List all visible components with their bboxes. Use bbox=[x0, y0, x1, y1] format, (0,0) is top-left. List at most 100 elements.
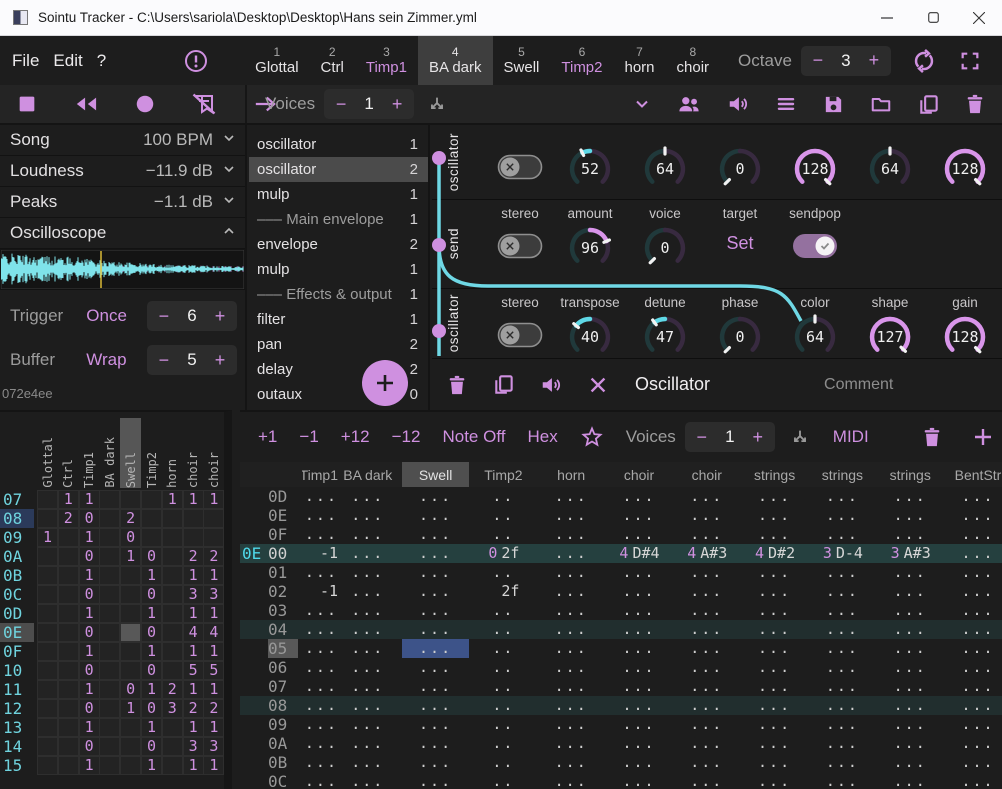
note-row-label[interactable]: 03 bbox=[268, 601, 298, 620]
pattern-row-label[interactable]: 08 bbox=[0, 509, 34, 528]
note-cell[interactable]: ... bbox=[876, 715, 944, 734]
note-cell[interactable]: -1 bbox=[302, 544, 338, 563]
pattern-cell[interactable]: 1 bbox=[203, 490, 224, 509]
pattern-cell[interactable] bbox=[58, 623, 79, 642]
note-row-label[interactable]: 06 bbox=[268, 658, 298, 677]
pattern-cell[interactable]: 2 bbox=[183, 547, 204, 566]
note-cell[interactable]: ... bbox=[673, 772, 741, 789]
pattern-cell[interactable] bbox=[162, 547, 183, 566]
unit-row-oscillator[interactable]: oscillator2 bbox=[249, 157, 428, 182]
close-button[interactable] bbox=[956, 0, 1002, 36]
note-button-+12[interactable]: +12 bbox=[341, 427, 370, 447]
copy-icon[interactable] bbox=[492, 373, 515, 396]
note-cell[interactable]: .. bbox=[470, 620, 538, 639]
note-cell[interactable]: ... bbox=[741, 734, 809, 753]
note-cell[interactable]: ... bbox=[944, 525, 1002, 544]
note-cell[interactable]: ... bbox=[402, 601, 470, 620]
pattern-cell[interactable] bbox=[58, 718, 79, 737]
pattern-row-label[interactable]: 0D bbox=[0, 604, 34, 623]
stepper-decrement-button[interactable]: − bbox=[151, 350, 177, 371]
note-cell[interactable]: ... bbox=[402, 753, 470, 772]
pattern-cell[interactable]: 1 bbox=[203, 680, 224, 699]
note-cell[interactable]: ... bbox=[876, 753, 944, 772]
note-cell[interactable]: ... bbox=[302, 658, 338, 677]
note-cell[interactable]: ... bbox=[876, 506, 944, 525]
note-cell[interactable]: ... bbox=[673, 753, 741, 772]
param-knob[interactable]: 128 bbox=[940, 144, 990, 194]
note-row-label[interactable]: 05 bbox=[268, 639, 298, 658]
note-cell[interactable]: ... bbox=[944, 677, 1002, 696]
settings-row-peaks[interactable]: Peaks−1.1 dB bbox=[0, 187, 245, 218]
note-cell[interactable]: ... bbox=[402, 696, 470, 715]
oscilloscope-header[interactable]: Oscilloscope bbox=[0, 218, 245, 249]
pattern-cell[interactable]: 1 bbox=[183, 604, 204, 623]
note-cell[interactable]: ... bbox=[809, 525, 877, 544]
pattern-cell[interactable]: 1 bbox=[224, 566, 232, 585]
note-cell[interactable]: ... bbox=[605, 753, 673, 772]
close-x-icon[interactable] bbox=[587, 374, 609, 396]
pattern-cell[interactable] bbox=[120, 642, 141, 661]
pattern-cell[interactable]: 0 bbox=[79, 547, 100, 566]
note-cell[interactable]: 02f bbox=[470, 544, 538, 563]
note-cell[interactable]: ... bbox=[402, 620, 470, 639]
pattern-cell[interactable] bbox=[37, 756, 58, 775]
note-button-+1[interactable]: +1 bbox=[258, 427, 277, 447]
note-track-header-strings[interactable]: strings bbox=[809, 462, 877, 487]
note-button-−1[interactable]: −1 bbox=[299, 427, 318, 447]
pattern-cell[interactable] bbox=[99, 585, 120, 604]
note-row-label[interactable]: 00 bbox=[268, 544, 298, 563]
note-row-label[interactable]: 01 bbox=[268, 563, 298, 582]
note-cell[interactable]: ... bbox=[944, 753, 1002, 772]
note-cell[interactable]: ... bbox=[673, 563, 741, 582]
note-cell[interactable]: ... bbox=[605, 525, 673, 544]
pattern-cell[interactable] bbox=[120, 623, 141, 642]
pattern-cell[interactable]: 1 bbox=[79, 756, 100, 775]
loop-icon[interactable] bbox=[911, 48, 937, 74]
pattern-cell[interactable] bbox=[37, 737, 58, 756]
note-cell[interactable]: ... bbox=[741, 506, 809, 525]
pattern-cell[interactable]: 1 bbox=[37, 528, 58, 547]
note-cell[interactable]: ... bbox=[605, 696, 673, 715]
unit-row-mulp[interactable]: mulp1 bbox=[249, 182, 428, 207]
note-cell[interactable]: .. bbox=[470, 772, 538, 789]
note-cell[interactable]: .. bbox=[470, 601, 538, 620]
pattern-cell[interactable]: 1 bbox=[79, 642, 100, 661]
pattern-cell[interactable] bbox=[120, 585, 141, 604]
note-cell[interactable]: .. bbox=[470, 639, 538, 658]
note-cell[interactable]: ... bbox=[944, 639, 1002, 658]
note-cell[interactable]: ... bbox=[537, 563, 605, 582]
pattern-cell[interactable] bbox=[37, 661, 58, 680]
trigger-mode-button[interactable]: Once bbox=[86, 306, 147, 326]
pattern-cell[interactable] bbox=[58, 547, 79, 566]
detune-knob[interactable]: 47 bbox=[640, 312, 690, 359]
pattern-cell[interactable]: 5 bbox=[203, 661, 224, 680]
stepper-decrement-button[interactable]: − bbox=[328, 94, 354, 115]
note-cell[interactable]: ... bbox=[605, 734, 673, 753]
pattern-cell[interactable]: 0 bbox=[79, 699, 100, 718]
pattern-column-header-timp1[interactable]: Timp1 bbox=[79, 418, 100, 488]
save-icon[interactable] bbox=[822, 93, 845, 116]
note-cell[interactable]: ... bbox=[605, 601, 673, 620]
pattern-cell[interactable] bbox=[120, 604, 141, 623]
pattern-cell[interactable] bbox=[141, 509, 162, 528]
pattern-cell[interactable]: 0 bbox=[141, 585, 162, 604]
note-cell[interactable]: ... bbox=[673, 582, 741, 601]
note-cell[interactable]: 4A#3 bbox=[673, 544, 741, 563]
pattern-cell[interactable]: 1 bbox=[224, 642, 232, 661]
note-cell[interactable]: ... bbox=[334, 772, 402, 789]
note-cell[interactable]: ... bbox=[876, 677, 944, 696]
pattern-column-header-strings[interactable]: strings bbox=[224, 418, 232, 488]
stepper-increment-button[interactable]: + bbox=[745, 427, 771, 448]
note-cell[interactable]: ... bbox=[876, 658, 944, 677]
param-knob[interactable]: 64 bbox=[640, 144, 690, 194]
pattern-cell[interactable]: 0 bbox=[79, 585, 100, 604]
pattern-cell[interactable] bbox=[37, 566, 58, 585]
pattern-row-label[interactable]: 14 bbox=[0, 737, 34, 756]
comment-input[interactable]: Comment bbox=[824, 376, 893, 394]
pattern-cell[interactable] bbox=[37, 642, 58, 661]
pattern-column-header-timp2[interactable]: Timp2 bbox=[141, 418, 162, 488]
note-cell[interactable]: ... bbox=[334, 506, 402, 525]
pattern-cell[interactable] bbox=[58, 528, 79, 547]
record-icon[interactable] bbox=[134, 93, 156, 115]
note-cell[interactable]: ... bbox=[944, 715, 1002, 734]
